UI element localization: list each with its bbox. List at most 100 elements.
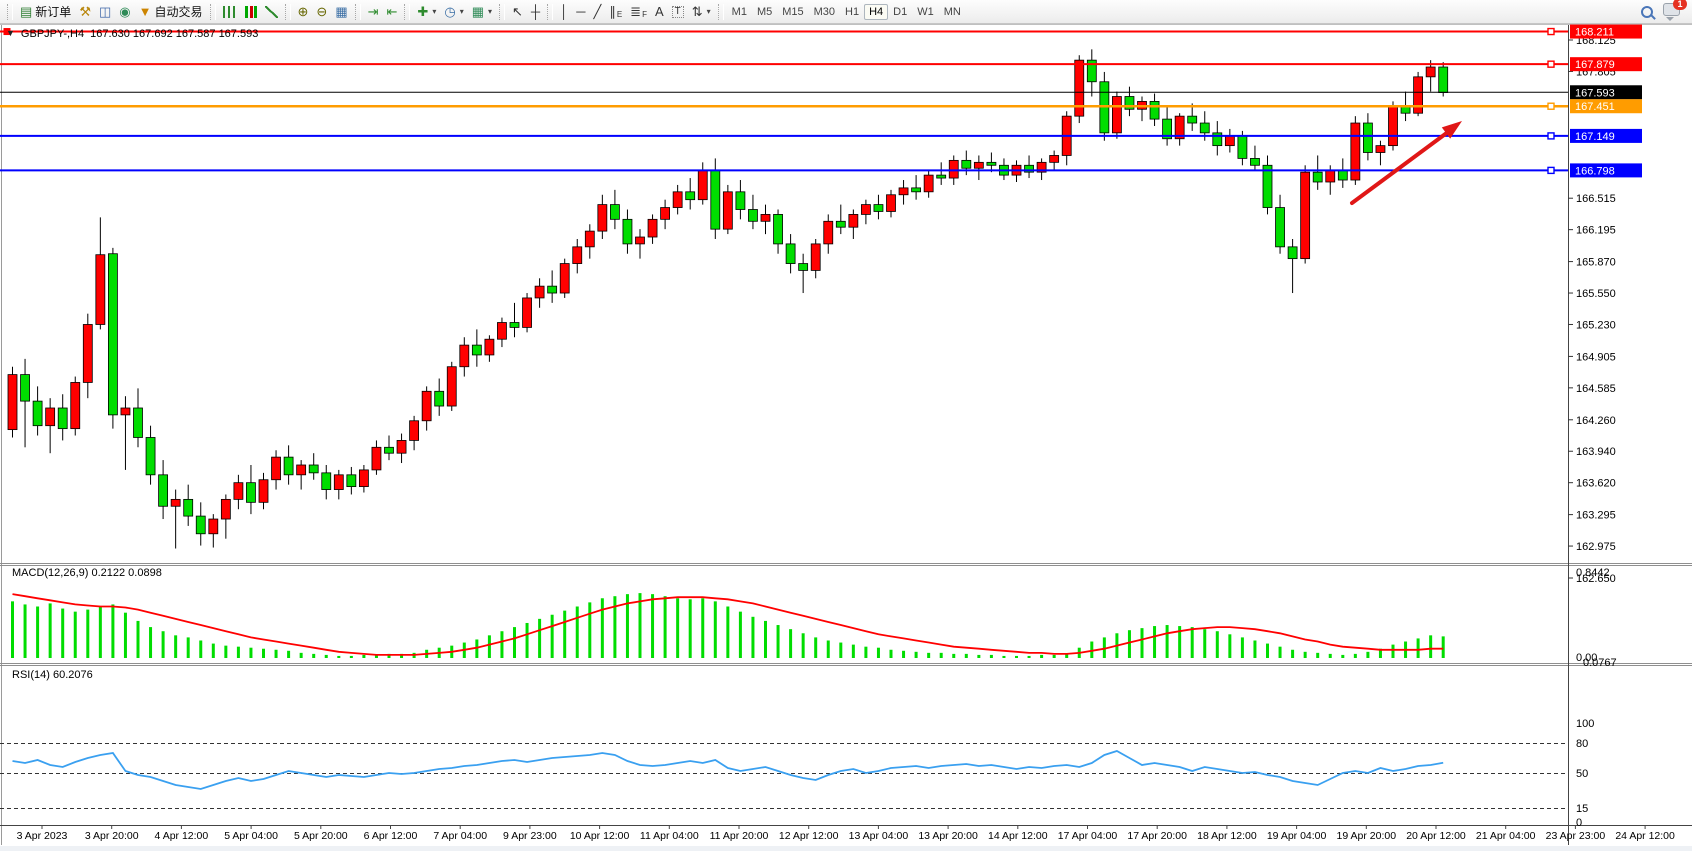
svg-text:15: 15 <box>1576 803 1588 815</box>
timeframe-h1[interactable]: H1 <box>840 4 864 20</box>
line-chart-button[interactable] <box>261 2 282 22</box>
signal-icon: ◉ <box>119 5 130 18</box>
hline-button[interactable]: ─ <box>572 2 589 22</box>
svg-text:3 Apr 2023: 3 Apr 2023 <box>17 830 68 842</box>
svg-text:163.620: 163.620 <box>1576 478 1616 490</box>
svg-text:5 Apr 04:00: 5 Apr 04:00 <box>224 830 278 842</box>
chart-title: ▼ GBPJPY-,H4 167.630 167.692 167.587 167… <box>6 28 258 40</box>
timeframe-d1[interactable]: D1 <box>888 4 912 20</box>
arrows-button[interactable]: ⇅▾ <box>688 2 715 22</box>
svg-text:164.260: 164.260 <box>1576 415 1616 427</box>
svg-text:166.798: 166.798 <box>1575 165 1615 177</box>
crosshair-icon: ┼ <box>531 5 540 18</box>
chart-window-icon: ◫ <box>99 5 111 18</box>
templates-button[interactable]: ▦▾ <box>468 2 496 22</box>
autotrade-button[interactable]: ▼自动交易 <box>135 2 207 22</box>
autotrade-icon: ▼ <box>139 5 152 18</box>
auto-scroll-button[interactable]: ⇥ <box>364 2 383 22</box>
svg-text:165.870: 165.870 <box>1576 257 1616 269</box>
svg-text:166.515: 166.515 <box>1576 193 1616 205</box>
vline-button[interactable]: │ <box>556 2 572 22</box>
svg-text:9 Apr 23:00: 9 Apr 23:00 <box>503 830 557 842</box>
text-button[interactable]: A <box>651 2 668 22</box>
auto-scroll-icon: ⇥ <box>368 5 379 18</box>
timeframe-mn[interactable]: MN <box>939 4 966 20</box>
collapse-icon[interactable]: ▼ <box>6 28 15 40</box>
dropdown-arrow-icon[interactable]: ▾ <box>432 7 436 16</box>
svg-text:165.230: 165.230 <box>1576 319 1616 331</box>
svg-text:166.195: 166.195 <box>1576 225 1616 237</box>
candlestick-button[interactable] <box>240 2 261 22</box>
svg-text:21 Apr 04:00: 21 Apr 04:00 <box>1476 830 1536 842</box>
toolbar-grip <box>404 4 410 20</box>
text-icon: A <box>655 5 664 18</box>
periods-button[interactable]: ◷▾ <box>440 2 467 22</box>
label-button[interactable]: T <box>668 2 688 22</box>
fibonacci-icon: ≣ <box>630 5 641 18</box>
search-button[interactable] <box>1637 2 1657 22</box>
clock-icon: ◷ <box>444 5 455 18</box>
chart-windows-button[interactable]: ◫ <box>95 2 115 22</box>
channel-button[interactable]: ∥E <box>605 2 626 22</box>
svg-text:167.879: 167.879 <box>1575 59 1615 71</box>
dropdown-arrow-icon[interactable]: ▾ <box>460 7 464 16</box>
svg-text:0.0767: 0.0767 <box>1583 657 1617 669</box>
crosshair-button[interactable]: ┼ <box>527 2 544 22</box>
new-order-button[interactable]: ▤新订单 <box>16 2 75 22</box>
rsi-panel[interactable] <box>0 744 1568 809</box>
chart-shift-button[interactable]: ⇤ <box>383 2 402 22</box>
macd-panel[interactable] <box>11 593 1445 658</box>
dropdown-arrow-icon[interactable]: ▾ <box>707 7 711 16</box>
candlestick-icon <box>244 6 257 18</box>
cursor-button[interactable]: ↖ <box>508 2 527 22</box>
signals-button[interactable]: ◉ <box>115 2 134 22</box>
zoom-in-button[interactable]: ⊕ <box>294 2 313 22</box>
autotrade-button-label: 自动交易 <box>154 3 202 20</box>
svg-text:5 Apr 20:00: 5 Apr 20:00 <box>294 830 348 842</box>
svg-text:11 Apr 04:00: 11 Apr 04:00 <box>640 830 699 842</box>
tile-windows-button[interactable]: ▦ <box>331 2 351 22</box>
svg-text:165.550: 165.550 <box>1576 288 1616 300</box>
line-chart-icon <box>265 6 278 18</box>
rsi-indicator-label: RSI(14) 60.2076 <box>12 669 93 681</box>
bar-chart-button[interactable] <box>219 2 240 22</box>
svg-text:20 Apr 12:00: 20 Apr 12:00 <box>1406 830 1466 842</box>
horizontal-lines[interactable] <box>0 29 1568 174</box>
timeframe-m30[interactable]: M30 <box>809 4 840 20</box>
timeframe-h4[interactable]: H4 <box>864 4 888 20</box>
toolbar-grip <box>718 4 724 20</box>
candlestick-series[interactable] <box>8 49 1448 548</box>
chart-symbol-period: GBPJPY-,H4 <box>21 28 84 40</box>
svg-text:162.975: 162.975 <box>1576 541 1616 553</box>
svg-text:19 Apr 04:00: 19 Apr 04:00 <box>1267 830 1327 842</box>
toolbar-grip <box>547 4 553 20</box>
timeframe-m1[interactable]: M1 <box>727 4 752 20</box>
indicators-icon: ✚ <box>417 5 428 18</box>
svg-text:17 Apr 20:00: 17 Apr 20:00 <box>1127 830 1187 842</box>
horizontal-line-icon: ─ <box>576 5 585 18</box>
toolbar-grip <box>7 4 13 20</box>
new-order-button-label: 新订单 <box>35 3 71 20</box>
modify-order-button[interactable]: ⚒ <box>75 2 95 22</box>
fibonacci-button[interactable]: ≣F <box>626 2 651 22</box>
template-icon: ▦ <box>472 5 484 18</box>
bar-chart-icon <box>223 6 236 18</box>
zoom-out-button[interactable]: ⊖ <box>312 2 331 22</box>
svg-text:163.940: 163.940 <box>1576 446 1616 458</box>
timeframe-m15[interactable]: M15 <box>777 4 808 20</box>
notifications-button[interactable]: 1 <box>1663 3 1680 21</box>
chart-canvas[interactable]: 168.125167.805166.515166.195165.870165.5… <box>0 0 1692 851</box>
trendline-button[interactable]: ╱ <box>589 2 605 22</box>
indicators-button[interactable]: ✚▾ <box>413 2 440 22</box>
svg-text:167.593: 167.593 <box>1575 87 1615 99</box>
fibonacci-icon-sub: F <box>642 10 647 19</box>
timeframe-w1[interactable]: W1 <box>912 4 939 20</box>
cursor-icon: ↖ <box>512 5 523 18</box>
svg-text:18 Apr 12:00: 18 Apr 12:00 <box>1197 830 1257 842</box>
dropdown-arrow-icon[interactable]: ▾ <box>488 7 492 16</box>
svg-text:164.905: 164.905 <box>1576 351 1616 363</box>
timeframe-m5[interactable]: M5 <box>752 4 777 20</box>
svg-text:164.585: 164.585 <box>1576 383 1616 395</box>
toolbar-grip <box>285 4 291 20</box>
svg-text:23 Apr 23:00: 23 Apr 23:00 <box>1546 830 1606 842</box>
